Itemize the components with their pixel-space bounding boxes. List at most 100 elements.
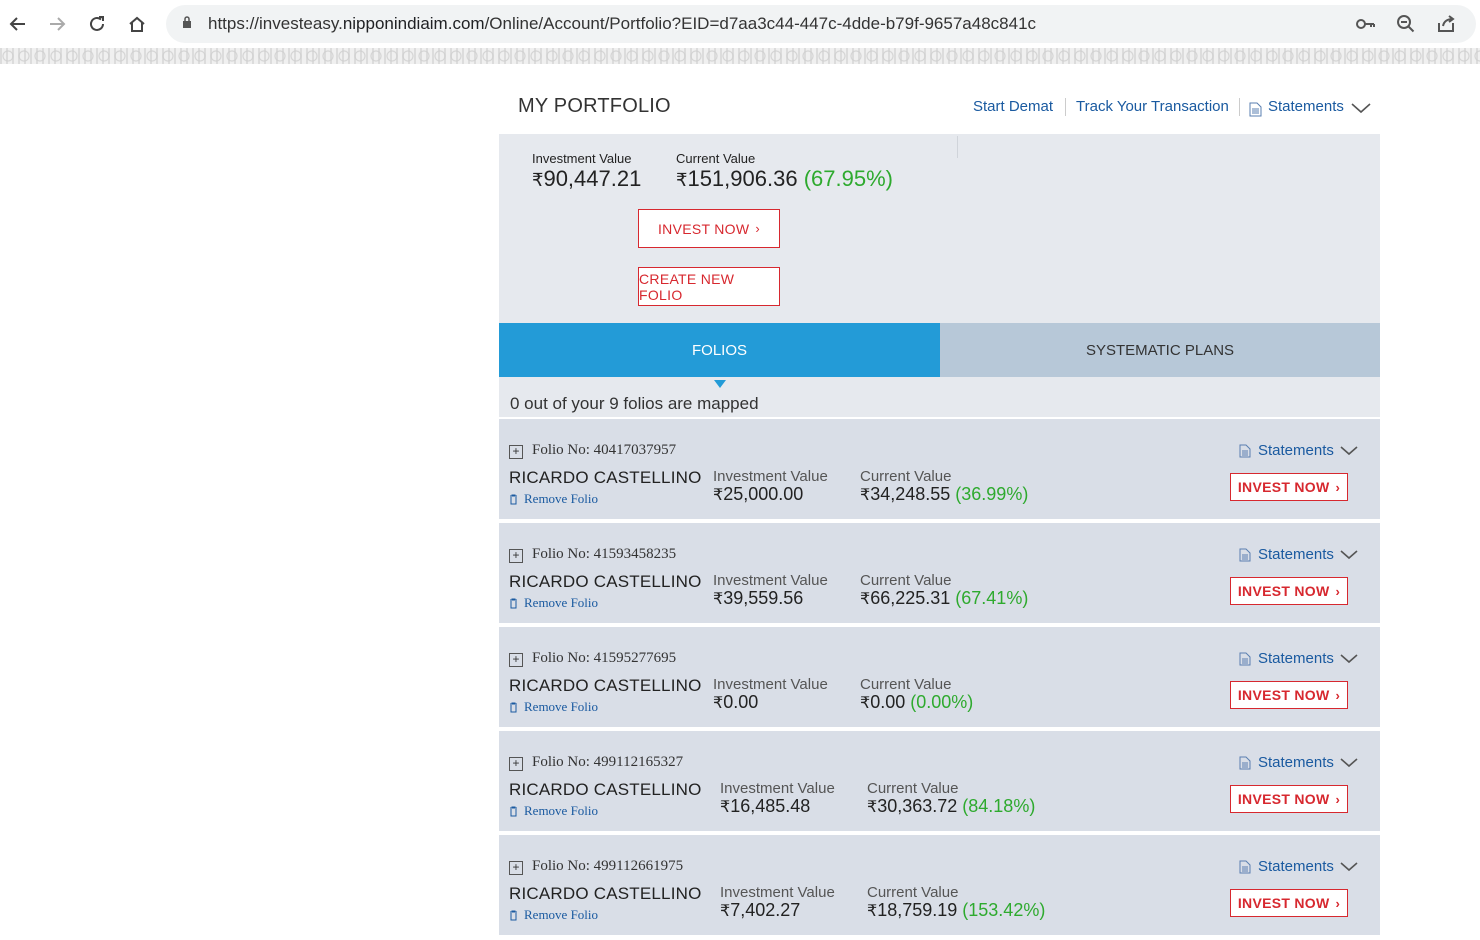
expand-icon[interactable]: + xyxy=(509,757,523,771)
remove-folio-label: Remove Folio xyxy=(524,595,599,610)
statements-label: Statements xyxy=(1258,754,1334,771)
investment-value-label: Investment Value xyxy=(532,151,632,166)
current-value-label: Current Value xyxy=(676,151,756,166)
folio-number: Folio No: 499112165327 xyxy=(532,754,684,770)
divider xyxy=(957,136,958,158)
divider xyxy=(1239,98,1240,116)
folio-invest-now-button[interactable]: INVEST NOW › xyxy=(1230,889,1348,917)
home-icon[interactable] xyxy=(123,10,151,38)
investment-value-label: Investment Value xyxy=(720,884,835,901)
holder-name: RICARDO CASTELLINO xyxy=(509,676,702,695)
folio-statements-link[interactable]: Statements xyxy=(1239,754,1358,771)
invest-now-button[interactable]: INVEST NOW › xyxy=(638,209,780,248)
holder-name: RICARDO CASTELLINO xyxy=(509,468,702,487)
folio-invest-now-button[interactable]: INVEST NOW › xyxy=(1230,785,1348,813)
holder-name: RICARDO CASTELLINO xyxy=(509,884,702,903)
holder-name: RICARDO CASTELLINO xyxy=(509,780,702,799)
document-icon xyxy=(1239,548,1251,561)
document-icon xyxy=(1239,756,1251,769)
active-tab-pointer xyxy=(714,380,726,388)
chevron-right-icon: › xyxy=(1335,479,1341,495)
tab-folios[interactable]: FOLIOS xyxy=(499,323,940,377)
address-bar[interactable]: https://investeasy.nipponindiaim.com/Onl… xyxy=(166,5,1476,43)
folio-statements-link[interactable]: Statements xyxy=(1239,858,1358,875)
document-icon xyxy=(1239,652,1251,665)
remove-folio-link[interactable]: Remove Folio xyxy=(509,803,598,819)
chevron-down-icon xyxy=(1340,653,1358,663)
remove-folio-link[interactable]: Remove Folio xyxy=(509,491,598,507)
expand-icon[interactable]: + xyxy=(509,861,523,875)
trash-icon xyxy=(510,702,517,712)
investment-value: ₹7,402.27 xyxy=(720,900,801,920)
document-icon xyxy=(1239,444,1251,457)
chevron-right-icon: › xyxy=(755,221,761,236)
chevron-down-icon xyxy=(1340,445,1358,455)
chevron-right-icon: › xyxy=(1335,687,1341,703)
folio-number: Folio No: 499112661975 xyxy=(532,858,684,874)
browser-toolbar: https://investeasy.nipponindiaim.com/Onl… xyxy=(0,0,1480,48)
remove-folio-label: Remove Folio xyxy=(524,907,599,922)
chevron-down-icon xyxy=(1340,757,1358,767)
trash-icon xyxy=(510,494,517,504)
folio-statements-link[interactable]: Statements xyxy=(1239,442,1358,459)
chevron-down-icon[interactable] xyxy=(1351,103,1371,114)
divider xyxy=(1065,98,1066,116)
investment-value: ₹0.00 xyxy=(713,692,759,712)
investment-value: ₹25,000.00 xyxy=(713,484,804,504)
current-value: ₹18,759.19 (153.42%) xyxy=(867,900,1046,920)
create-new-folio-button[interactable]: CREATE NEW FOLIO xyxy=(638,267,780,306)
remove-folio-link[interactable]: Remove Folio xyxy=(509,699,598,715)
trash-icon xyxy=(510,910,517,920)
current-value-label: Current Value xyxy=(860,572,952,589)
url-text[interactable]: https://investeasy.nipponindiaim.com/Onl… xyxy=(208,14,1036,34)
mapped-status: 0 out of your 9 folios are mapped xyxy=(510,394,759,413)
decorative-pattern xyxy=(0,48,1480,64)
current-value: ₹0.00 (0.00%) xyxy=(860,692,974,712)
investment-value-label: Investment Value xyxy=(720,780,835,797)
folio-invest-now-button[interactable]: INVEST NOW › xyxy=(1230,473,1348,501)
current-value-label: Current Value xyxy=(867,884,959,901)
lock-icon xyxy=(183,16,191,28)
reload-icon[interactable] xyxy=(83,10,111,38)
folio-card: + Folio No: 41595277695 RICARDO CASTELLI… xyxy=(499,627,1380,727)
folio-invest-now-button[interactable]: INVEST NOW › xyxy=(1230,577,1348,605)
investment-value-label: Investment Value xyxy=(713,676,828,693)
expand-icon[interactable]: + xyxy=(509,549,523,563)
statements-link[interactable]: Statements xyxy=(1268,98,1344,115)
folio-invest-now-button[interactable]: INVEST NOW › xyxy=(1230,681,1348,709)
investment-value-label: Investment Value xyxy=(713,468,828,485)
current-value: ₹151,906.36 (67.95%) xyxy=(676,166,893,191)
trash-icon xyxy=(510,598,517,608)
folio-statements-link[interactable]: Statements xyxy=(1239,650,1358,667)
share-icon[interactable] xyxy=(1435,13,1457,35)
track-transaction-link[interactable]: Track Your Transaction xyxy=(1076,98,1229,115)
statements-label: Statements xyxy=(1258,858,1334,875)
chevron-right-icon: › xyxy=(1335,895,1341,911)
expand-icon[interactable]: + xyxy=(509,445,523,459)
current-value-label: Current Value xyxy=(867,780,959,797)
zoom-icon[interactable] xyxy=(1395,13,1417,35)
statements-label: Statements xyxy=(1258,650,1334,667)
chevron-down-icon xyxy=(1340,861,1358,871)
expand-icon[interactable]: + xyxy=(509,653,523,667)
folio-statements-link[interactable]: Statements xyxy=(1239,546,1358,563)
statements-label: Statements xyxy=(1258,546,1334,563)
current-value: ₹30,363.72 (84.18%) xyxy=(867,796,1036,816)
folio-number: Folio No: 40417037957 xyxy=(532,442,677,458)
remove-folio-link[interactable]: Remove Folio xyxy=(509,595,598,611)
back-icon[interactable] xyxy=(4,10,32,38)
page-title: MY PORTFOLIO xyxy=(518,95,671,117)
tab-systematic-plans[interactable]: SYSTEMATIC PLANS xyxy=(940,323,1380,377)
start-demat-link[interactable]: Start Demat xyxy=(973,98,1053,115)
key-icon[interactable] xyxy=(1355,13,1377,35)
remove-folio-label: Remove Folio xyxy=(524,699,599,714)
investment-value: ₹39,559.56 xyxy=(713,588,804,608)
remove-folio-label: Remove Folio xyxy=(524,491,599,506)
forward-icon[interactable] xyxy=(43,10,71,38)
remove-folio-link[interactable]: Remove Folio xyxy=(509,907,598,923)
folio-card: + Folio No: 40417037957 RICARDO CASTELLI… xyxy=(499,419,1380,519)
chevron-down-icon xyxy=(1340,549,1358,559)
folio-number: Folio No: 41595277695 xyxy=(532,650,677,666)
holder-name: RICARDO CASTELLINO xyxy=(509,572,702,591)
folio-number: Folio No: 41593458235 xyxy=(532,546,677,562)
